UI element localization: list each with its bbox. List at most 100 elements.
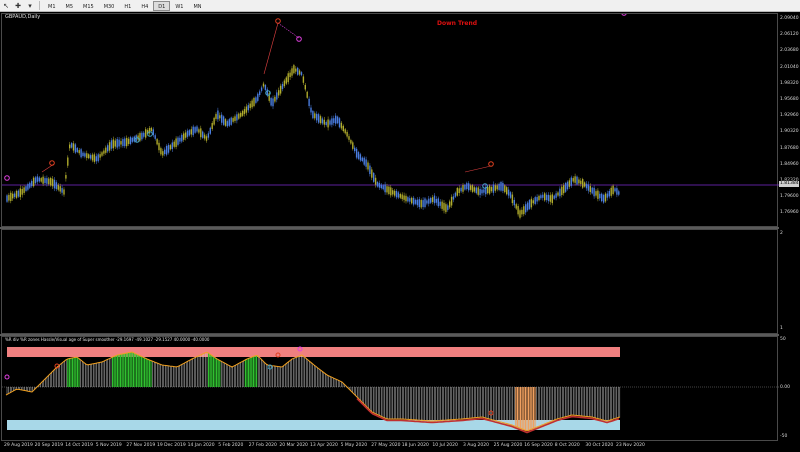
candle-body (300, 72, 303, 76)
candle-body (247, 105, 249, 111)
candle-body (564, 183, 567, 192)
candle-body (224, 119, 227, 126)
time-tick-label: 14 Jan 2020 (187, 443, 215, 448)
candle-body (523, 206, 525, 215)
cursor-icon[interactable]: ↖ (0, 0, 12, 11)
candle-body (213, 117, 215, 125)
candle-body (238, 113, 240, 119)
candle-body (618, 191, 620, 195)
candle-body (525, 204, 527, 213)
candle-body (240, 112, 242, 117)
time-tick-label: 5 May 2020 (340, 443, 368, 448)
candle-body (160, 148, 162, 155)
candle-body (557, 192, 559, 196)
candle-body (570, 177, 572, 186)
candle-body (422, 200, 424, 207)
price-scale[interactable] (779, 13, 800, 442)
candle-body (91, 154, 94, 161)
candle-body (131, 137, 134, 142)
chevron-down-icon[interactable]: ▾ (24, 0, 36, 11)
candle-body (274, 96, 276, 102)
crosshair-icon[interactable]: ✚ (12, 0, 24, 11)
candle-body (544, 193, 546, 201)
candle-body (51, 178, 54, 187)
timeframe-w1[interactable]: W1 (170, 1, 188, 11)
candle-body (116, 139, 118, 148)
candle-body (270, 97, 272, 106)
candle-body (487, 187, 489, 194)
candle-body (70, 143, 73, 148)
candle-body (297, 67, 299, 75)
candle-body (439, 201, 441, 206)
oscillator-svg (2, 346, 779, 434)
candle-body (145, 129, 147, 138)
upper-zone-band (7, 347, 620, 357)
candle-body (80, 149, 82, 158)
candle-body (450, 196, 453, 206)
candle-body (395, 190, 398, 198)
candle-body (445, 204, 447, 213)
timeframe-mn[interactable]: MN (188, 1, 206, 11)
timeframe-list: M1 M5 M15 M30 H1 H4 D1 W1 MN (43, 0, 207, 11)
candle-body (279, 85, 282, 94)
divergence-up-marker (488, 410, 494, 416)
candle-body (124, 138, 126, 147)
timeframe-h1[interactable]: H1 (119, 1, 136, 11)
candle-body (207, 133, 210, 138)
candle-body (15, 190, 18, 198)
candle-body (407, 197, 409, 202)
candle-body (333, 118, 335, 123)
candle-body (373, 172, 375, 182)
candle-body (471, 185, 474, 192)
timeframe-m1[interactable]: M1 (43, 1, 61, 11)
timeframe-m5[interactable]: M5 (61, 1, 79, 11)
candle-body (316, 113, 318, 121)
candle-body (610, 187, 612, 196)
price-tick-label: 2.06120 (780, 32, 799, 38)
time-tick-label: 25 Aug 2020 (493, 443, 523, 448)
candle-body (69, 144, 71, 149)
candle-body (369, 165, 371, 175)
candle-body (536, 197, 538, 202)
trend-label: Down Trend (437, 20, 478, 27)
candle-body (602, 194, 605, 203)
candle-body (540, 195, 542, 199)
candle-body (426, 200, 428, 204)
timeframe-h4[interactable]: H4 (136, 1, 153, 11)
timeframe-m30[interactable]: M30 (99, 1, 120, 11)
candle-body (272, 98, 274, 107)
candle-body (447, 205, 449, 210)
candle-body (507, 189, 510, 196)
timeframe-m15[interactable]: M15 (78, 1, 99, 11)
indicator-panel-empty[interactable] (1, 229, 778, 334)
candle-body (114, 140, 116, 147)
candle-body (578, 179, 580, 184)
candle-body (158, 142, 160, 151)
candle-body (350, 140, 352, 144)
candle-body (475, 187, 477, 194)
time-tick-label: 5 Nov 2019 (95, 443, 122, 448)
time-tick-label: 10 Jul 2020 (432, 443, 458, 448)
candle-body (583, 182, 586, 187)
oscillator-panel[interactable] (1, 336, 779, 441)
candle-body (327, 119, 329, 128)
candle-body (222, 116, 225, 125)
candle-body (601, 193, 603, 202)
candle-body (40, 178, 42, 182)
price-tick-label: 1.90320 (780, 129, 799, 135)
price-tick-label: 1.79600 (780, 194, 799, 200)
candle-body (382, 185, 384, 190)
price-tick-label: 1.95680 (780, 97, 799, 102)
candle-body (597, 190, 599, 199)
candle-body (504, 185, 506, 193)
candle-body (283, 80, 286, 87)
candle-body (568, 180, 571, 187)
price-chart-panel[interactable] (1, 13, 779, 227)
candle-body (141, 132, 143, 140)
candle-body (437, 198, 439, 207)
candle-body (164, 149, 166, 155)
timeframe-d1[interactable]: D1 (153, 0, 171, 11)
candle-body (416, 199, 419, 206)
candle-body (171, 142, 173, 150)
empty-panel-scale-bottom: 1 (780, 326, 783, 331)
